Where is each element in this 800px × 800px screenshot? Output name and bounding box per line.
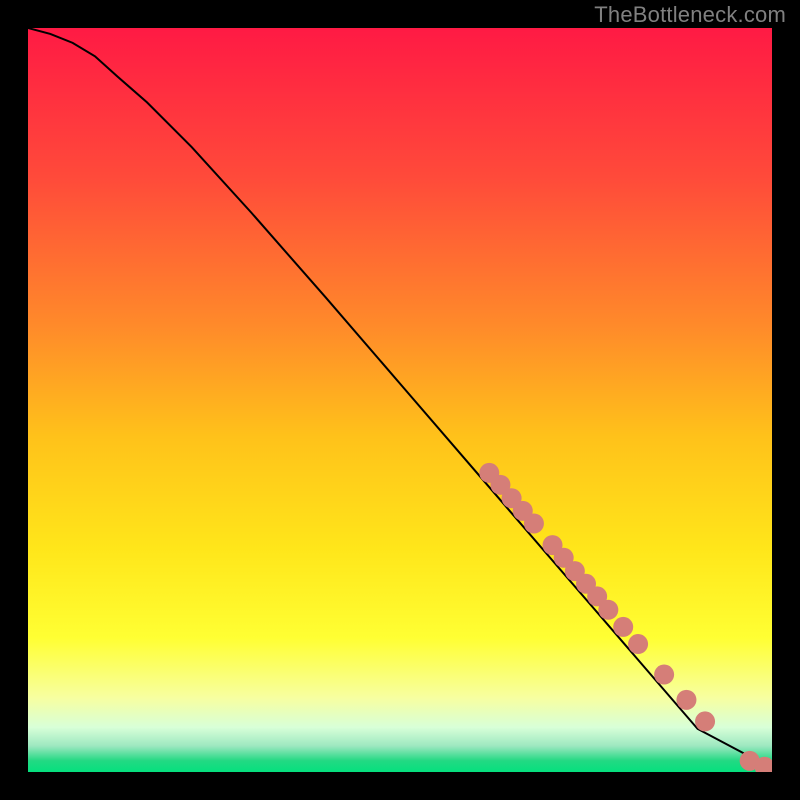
data-point xyxy=(695,711,715,731)
gradient-background xyxy=(28,28,772,772)
data-point xyxy=(676,690,696,710)
chart-svg xyxy=(28,28,772,772)
data-point xyxy=(598,600,618,620)
data-point xyxy=(654,665,674,685)
data-point xyxy=(613,617,633,637)
data-point xyxy=(524,514,544,534)
plot-area xyxy=(28,28,772,772)
chart-frame: TheBottleneck.com xyxy=(0,0,800,800)
data-point xyxy=(628,634,648,654)
attribution-text: TheBottleneck.com xyxy=(594,2,786,28)
